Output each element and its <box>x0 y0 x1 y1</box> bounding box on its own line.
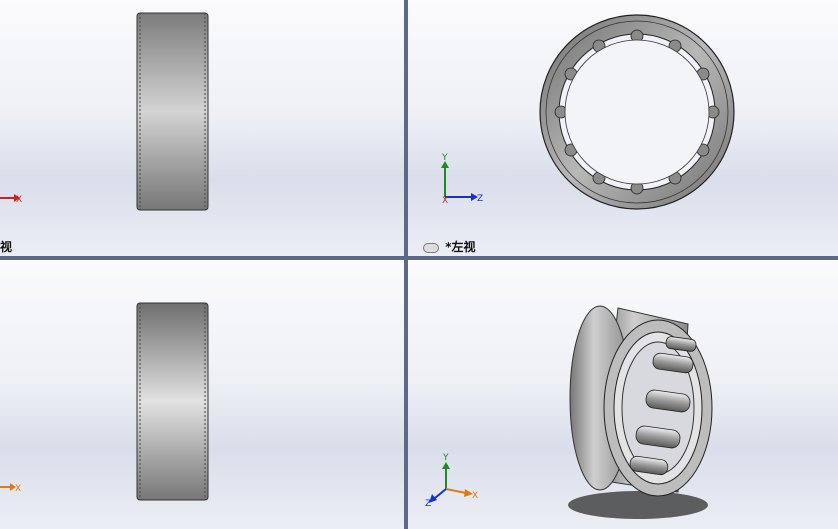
coordinate-triad-icon: X <box>0 483 21 494</box>
viewport-top-left[interactable]: X 视 <box>0 0 404 256</box>
viewport-top-right[interactable]: Y Z X *左视 <box>408 0 838 256</box>
link-chain-icon[interactable] <box>423 242 439 253</box>
viewport-label-row: *左视 <box>423 238 475 255</box>
axis-label-x: X <box>442 196 448 206</box>
coordinate-triad-icon: Y X Z <box>425 453 478 509</box>
axis-label-z: Z <box>425 499 431 509</box>
axis-label-x: X <box>472 491 478 501</box>
bearing-isometric-view: Y X Z <box>425 305 713 519</box>
axis-label-y: Y <box>442 453 449 463</box>
bearing-side-view-bottom: X <box>0 302 209 501</box>
axis-label-y: Y <box>441 153 448 163</box>
axis-label-x: X <box>16 195 22 205</box>
axis-label-x: X <box>15 484 21 494</box>
viewport-label: *左视 <box>445 240 476 254</box>
coordinate-triad-icon: Y Z X <box>441 153 483 206</box>
viewport-label: 视 <box>0 240 13 254</box>
axis-label-z: Z <box>477 194 483 204</box>
bearing-ring-view: Y Z X <box>441 14 735 210</box>
bearing-side-view-top: X <box>0 12 209 211</box>
coordinate-triad-icon: X <box>0 194 22 205</box>
viewport-bottom-right[interactable]: Y X Z <box>408 260 838 529</box>
viewport-bottom-left[interactable]: X <box>0 260 404 529</box>
